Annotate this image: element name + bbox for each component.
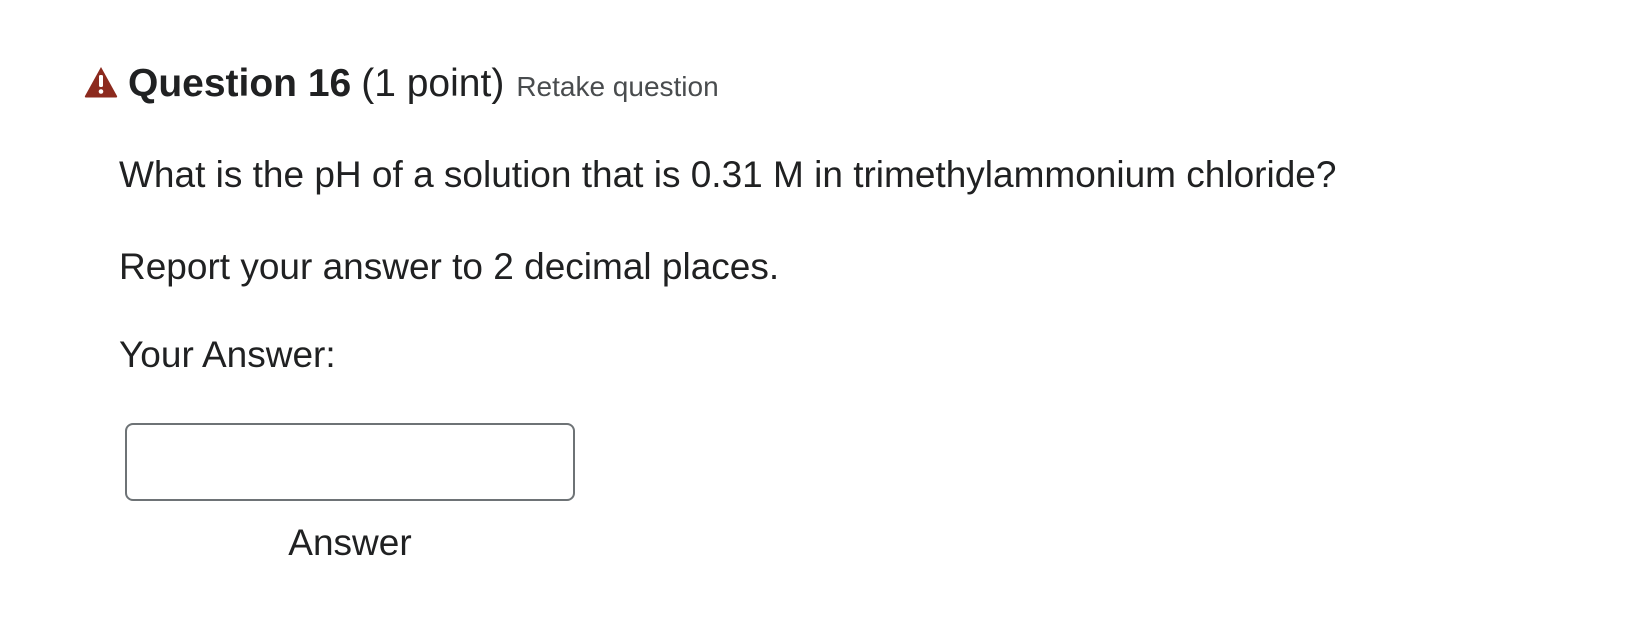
question-header: Question 16 (1 point) Retake question bbox=[84, 58, 719, 110]
question-instructions: Report your answer to 2 decimal places. bbox=[119, 246, 780, 287]
retake-question-link[interactable]: Retake question bbox=[516, 71, 718, 103]
question-prompt: What is the pH of a solution that is 0.3… bbox=[119, 154, 1337, 195]
question-container: Question 16 (1 point) Retake question Wh… bbox=[0, 0, 1646, 622]
answer-caption: Answer bbox=[288, 522, 412, 563]
question-title: Question 16 bbox=[128, 62, 352, 105]
answer-label: Your Answer: bbox=[119, 334, 336, 375]
warning-triangle-icon bbox=[84, 65, 118, 99]
answer-input[interactable] bbox=[125, 423, 575, 501]
question-points: (1 point) bbox=[361, 62, 505, 105]
